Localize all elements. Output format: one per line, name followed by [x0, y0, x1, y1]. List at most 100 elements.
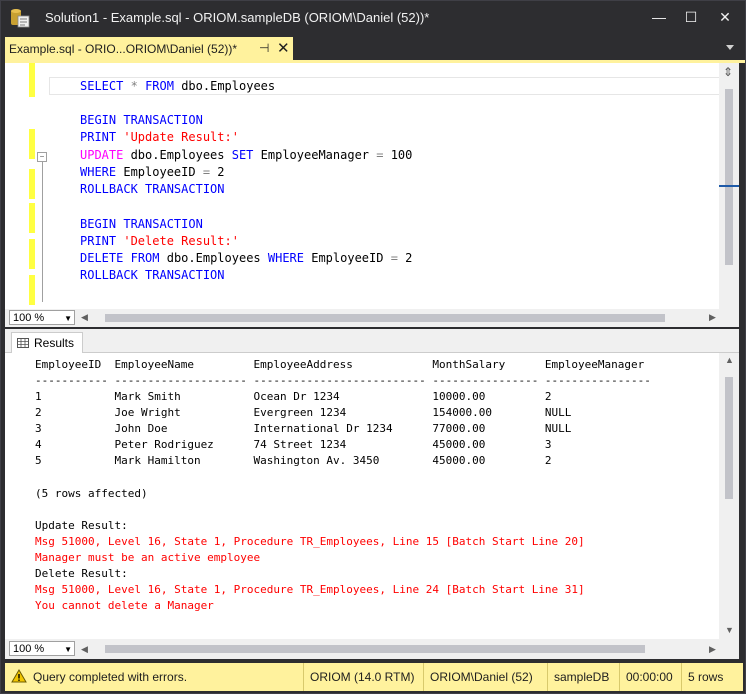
editor-horizontal-bar: 100 % ▼ ◀ ▶: [5, 309, 739, 327]
ssms-window: Solution1 - Example.sql - ORIOM.sampleDB…: [0, 0, 746, 694]
table-row: 3 John Doe International Dr 1234 77000.0…: [35, 422, 572, 435]
results-separator: ----------- -------------------- -------…: [35, 374, 651, 387]
scroll-right-icon[interactable]: ▶: [709, 644, 716, 655]
kw: FROM: [145, 79, 174, 93]
editor-vertical-scrollbar[interactable]: ⇕: [719, 63, 739, 309]
scroll-right-icon[interactable]: ▶: [709, 312, 716, 323]
scroll-down-icon[interactable]: ▼: [725, 625, 734, 635]
results-horizontal-bar: 100 % ▼ ◀ ▶: [5, 639, 739, 659]
scroll-position-marker: [719, 185, 739, 187]
chevron-down-icon: ▼: [64, 314, 72, 323]
scroll-thumb[interactable]: [725, 377, 733, 499]
outline-line: [42, 162, 43, 302]
kw: SET: [231, 148, 254, 162]
error-message: You cannot delete a Manager: [35, 599, 214, 612]
code-line: SELECT * FROM dbo.Employees: [80, 79, 276, 93]
status-rows: 5 rows: [681, 663, 743, 691]
kw: WHERE: [80, 165, 117, 179]
op: =: [202, 165, 211, 179]
kw: WHERE: [267, 251, 304, 265]
scroll-up-icon[interactable]: ▲: [725, 355, 734, 365]
ssms-app-icon: [11, 9, 30, 28]
results-header: EmployeeID EmployeeName EmployeeAddress …: [35, 358, 645, 371]
collapse-icon[interactable]: −: [37, 152, 47, 162]
kw: DELETE: [80, 251, 124, 265]
table-row: 1 Mark Smith Ocean Dr 1234 10000.00 2: [35, 390, 552, 403]
kw: FROM: [130, 251, 160, 265]
kw: SELECT: [80, 79, 124, 93]
tab-list-dropdown-icon[interactable]: [723, 40, 737, 54]
table-row: 2 Joe Wright Evergreen 1234 154000.00 NU…: [35, 406, 572, 419]
grid-icon: [17, 338, 29, 348]
document-tab-strip: Example.sql - ORIO...ORIOM\Daniel (52))*…: [1, 35, 745, 63]
h-scroll-thumb[interactable]: [105, 314, 665, 322]
code-line: BEGIN TRANSACTION: [80, 216, 203, 233]
results-zoom-select[interactable]: 100 % ▼: [9, 641, 75, 656]
close-tab-icon[interactable]: ✕: [277, 39, 290, 57]
title-bar: Solution1 - Example.sql - ORIOM.sampleDB…: [1, 1, 745, 35]
tab-results[interactable]: Results: [11, 332, 83, 353]
kw: PRINT: [80, 234, 117, 248]
kw: ROLLBACK TRANSACTION: [80, 268, 225, 282]
code-line: PRINT 'Update Result:': [80, 129, 239, 146]
h-scroll-thumb[interactable]: [105, 645, 645, 653]
tab-example-sql[interactable]: Example.sql - ORIO...ORIOM\Daniel (52))*…: [5, 37, 293, 61]
code-line: BEGIN TRANSACTION: [80, 112, 203, 129]
pin-icon[interactable]: ⊣: [259, 41, 269, 55]
rows-affected: (5 rows affected): [35, 487, 148, 500]
error-message: Manager must be an active employee: [35, 551, 261, 564]
editor-zoom-select[interactable]: 100 % ▼: [9, 310, 75, 325]
error-message: Msg 51000, Level 16, State 1, Procedure …: [35, 583, 585, 596]
results-pane[interactable]: Results EmployeeID EmployeeName Employee…: [5, 329, 739, 659]
zoom-value: 100 %: [13, 643, 45, 655]
status-user: ORIOM\Daniel (52): [423, 663, 547, 691]
change-marker: [29, 275, 35, 305]
op: =: [390, 251, 398, 265]
code-line: WHERE EmployeeID = 2: [80, 165, 225, 179]
scroll-thumb[interactable]: [725, 89, 733, 265]
message-line: Delete Result:: [35, 567, 128, 580]
status-elapsed: 00:00:00: [619, 663, 681, 691]
status-bar: Query completed with errors. ORIOM (14.0…: [5, 663, 743, 691]
scroll-left-icon[interactable]: ◀: [81, 312, 88, 323]
warning-icon: [11, 669, 27, 683]
window-title: Solution1 - Example.sql - ORIOM.sampleDB…: [45, 10, 430, 25]
change-marker: [29, 203, 35, 233]
kw: UPDATE: [80, 148, 124, 162]
change-marker: [29, 239, 35, 269]
minimize-button[interactable]: —: [645, 5, 673, 29]
code-line: ROLLBACK TRANSACTION: [80, 267, 225, 284]
table-row: 4 Peter Rodriguez 74 Street 1234 45000.0…: [35, 438, 552, 451]
split-window-icon[interactable]: ⇕: [723, 65, 733, 79]
zoom-value: 100 %: [13, 312, 45, 324]
code-line: DELETE FROM dbo.Employees WHERE Employee…: [80, 251, 413, 265]
message-line: Update Result:: [35, 519, 128, 532]
kw: PRINT: [80, 130, 117, 144]
string-literal: 'Delete Result:': [123, 234, 239, 248]
kw: BEGIN TRANSACTION: [80, 113, 203, 127]
change-marker: [29, 129, 35, 159]
code-line: ROLLBACK TRANSACTION: [80, 181, 225, 198]
close-window-button[interactable]: ✕: [711, 5, 739, 29]
results-tab-label: Results: [34, 336, 75, 350]
table-row: 5 Mark Hamilton Washington Av. 3450 4500…: [35, 454, 552, 467]
results-vertical-scrollbar[interactable]: ▲ ▼: [719, 353, 739, 639]
status-database: sampleDB: [547, 663, 619, 691]
code-line: PRINT 'Delete Result:': [80, 233, 239, 250]
code-line: UPDATE dbo.Employees SET EmployeeManager…: [80, 148, 413, 162]
maximize-button[interactable]: ☐: [677, 5, 705, 29]
op: =: [376, 148, 384, 162]
kw: BEGIN TRANSACTION: [80, 217, 203, 231]
scroll-left-icon[interactable]: ◀: [81, 644, 88, 655]
status-server: ORIOM (14.0 RTM): [303, 663, 423, 691]
string-literal: 'Update Result:': [123, 130, 239, 144]
status-message: Query completed with errors.: [33, 670, 188, 684]
sql-editor[interactable]: − SELECT * FROM dbo.Employees BEGIN TRAN…: [5, 63, 739, 309]
tab-label: Example.sql - ORIO...ORIOM\Daniel (52))*: [9, 42, 238, 56]
error-message: Msg 51000, Level 16, State 1, Procedure …: [35, 535, 585, 548]
chevron-down-icon: ▼: [64, 645, 72, 654]
change-marker: [29, 169, 35, 199]
change-marker: [29, 63, 35, 97]
kw: ROLLBACK TRANSACTION: [80, 182, 225, 196]
results-tab-bar: Results: [5, 329, 739, 353]
